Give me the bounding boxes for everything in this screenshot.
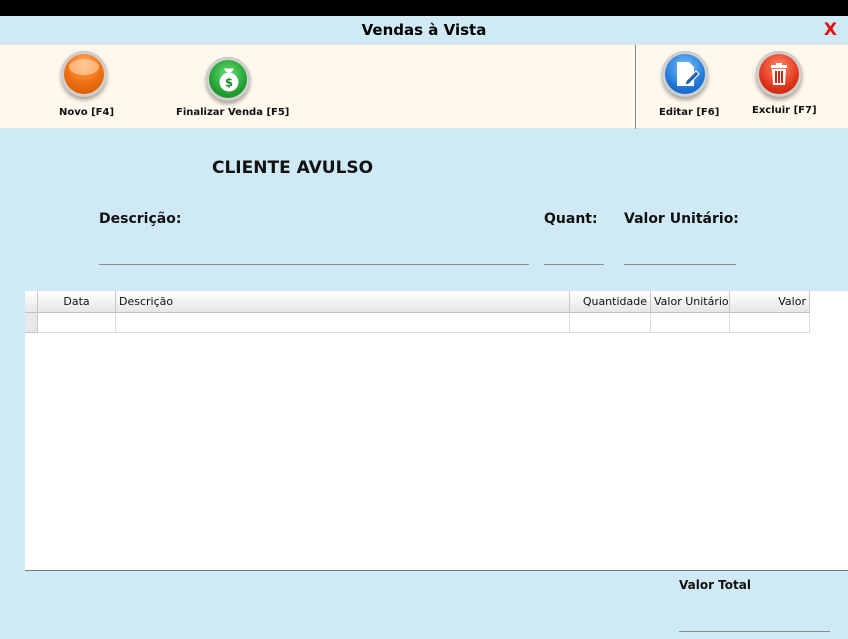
editar-label: Editar [F6]: [659, 107, 720, 118]
col-header-valor[interactable]: Valor: [730, 291, 810, 313]
toolbar: Novo [F4] $ Finalizar Venda [F5] Editar …: [0, 44, 848, 129]
table-cell-descricao[interactable]: [116, 313, 570, 333]
col-header-data[interactable]: Data: [38, 291, 116, 313]
col-header-descricao[interactable]: Descrição: [116, 291, 570, 313]
table-corner: [25, 291, 38, 313]
edit-document-icon: [662, 51, 708, 97]
window-title: Vendas à Vista: [361, 21, 487, 39]
row-header[interactable]: [25, 313, 38, 333]
toolbar-divider: [635, 45, 636, 129]
finalizar-venda-button[interactable]: $ Finalizar Venda [F5]: [176, 57, 290, 118]
trash-icon: [756, 51, 802, 97]
title-bar: Vendas à Vista X: [0, 16, 848, 44]
table-cell-quantidade[interactable]: [570, 313, 651, 333]
col-header-valor-unitario[interactable]: Valor Unitário: [651, 291, 730, 313]
top-black-bar: [0, 0, 848, 16]
money-bag-icon: $: [206, 57, 250, 101]
table-cell-valor[interactable]: [730, 313, 810, 333]
close-button[interactable]: X: [824, 20, 837, 40]
quant-input[interactable]: [544, 264, 604, 265]
novo-button[interactable]: Novo [F4]: [59, 51, 115, 118]
quant-label: Quant:: [544, 211, 598, 227]
svg-text:$: $: [225, 75, 233, 89]
valor-unitario-input[interactable]: [624, 264, 736, 265]
sales-table[interactable]: Data Descrição Quantidade Valor Unitário…: [25, 291, 848, 570]
table-cell-valor-unitario[interactable]: [651, 313, 730, 333]
descricao-label: Descrição:: [99, 211, 182, 227]
orange-orb-icon: [61, 51, 107, 97]
customer-name: CLIENTE AVULSO: [212, 158, 374, 178]
valor-unitario-label: Valor Unitário:: [624, 211, 739, 227]
editar-button[interactable]: Editar [F6]: [659, 51, 720, 118]
excluir-button[interactable]: Excluir [F7]: [752, 51, 817, 116]
valor-total-field: [679, 631, 830, 632]
finalizar-label: Finalizar Venda [F5]: [176, 107, 290, 118]
table-bottom-border: [25, 570, 848, 571]
descricao-input[interactable]: [99, 264, 529, 265]
table-cell-data[interactable]: [38, 313, 116, 333]
excluir-label: Excluir [F7]: [752, 105, 817, 116]
valor-total-label: Valor Total: [679, 578, 751, 592]
novo-label: Novo [F4]: [59, 107, 115, 118]
col-header-quantidade[interactable]: Quantidade: [570, 291, 651, 313]
